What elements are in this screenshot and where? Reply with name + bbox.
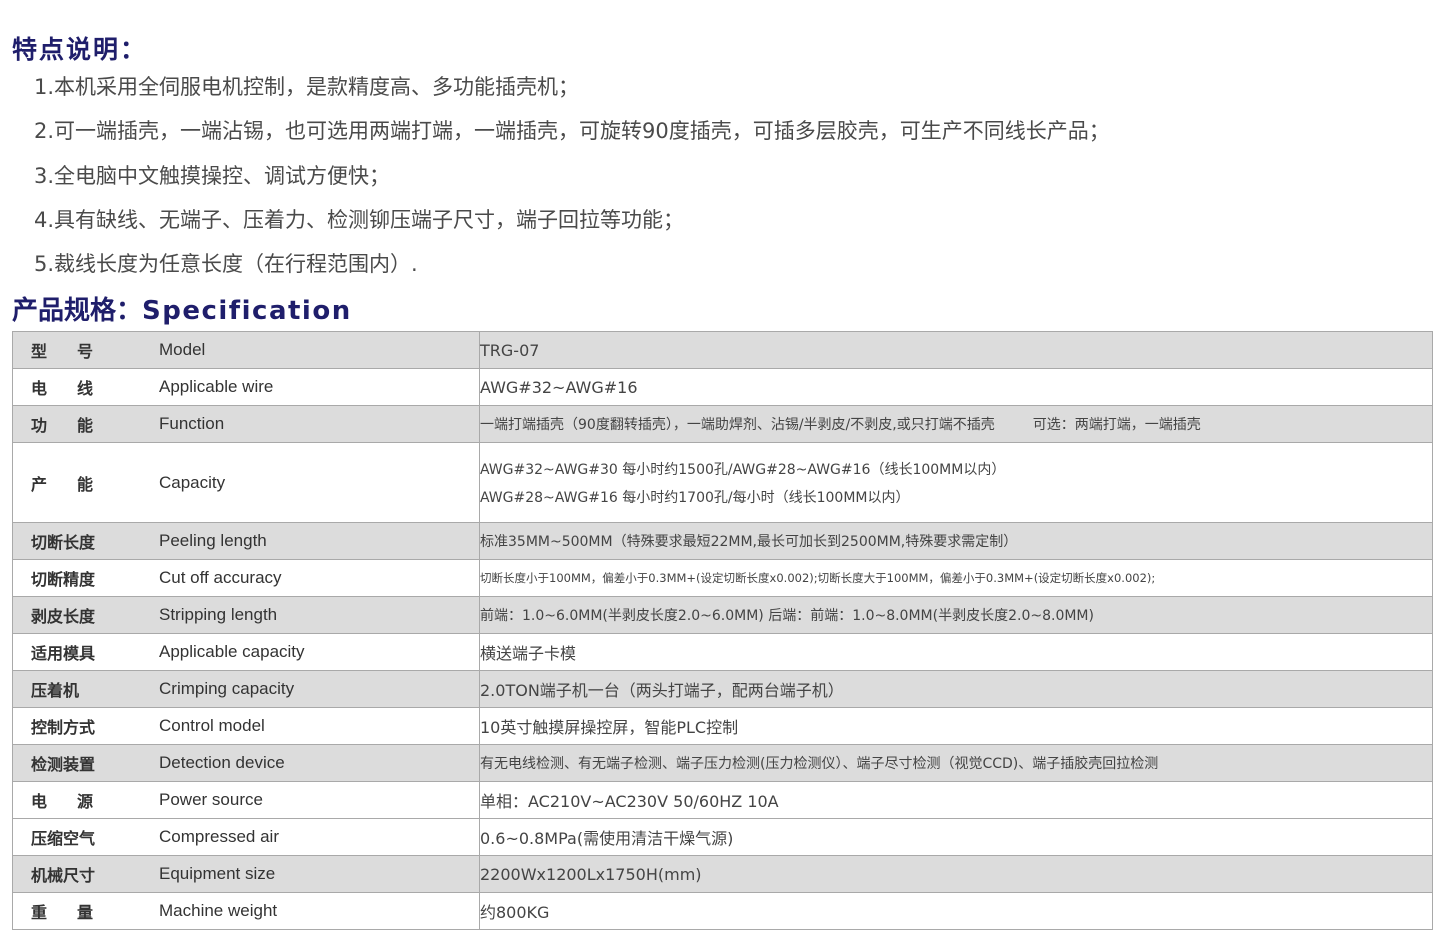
spec-label-cn: 检测装置 bbox=[31, 755, 96, 774]
spec-label-cn: 产能 bbox=[31, 474, 124, 494]
spec-label-cell: 电源 Power source bbox=[12, 781, 480, 819]
spec-value: 横送端子卡模 bbox=[479, 633, 1433, 671]
spec-value: 10英寸触摸屏操控屏，智能PLC控制 bbox=[479, 707, 1433, 745]
spec-label-cell: 检测装置 Detection device bbox=[12, 744, 480, 782]
spec-value: 2.0TON端子机一台（两头打端子，配两台端子机） bbox=[479, 670, 1433, 708]
spec-label-en: Function bbox=[159, 414, 225, 433]
spec-label-cn: 切断长度 bbox=[31, 533, 96, 552]
spec-label-en: Applicable wire bbox=[159, 377, 274, 396]
table-row: 功能 Function 一端打端插壳（90度翻转插壳），一端助焊剂、沾锡/半剥皮/… bbox=[12, 405, 1433, 443]
spec-label-en: Equipment size bbox=[159, 864, 276, 883]
table-row: 压缩空气 Compressed air 0.6~0.8MPa(需使用清洁干燥气源) bbox=[12, 818, 1433, 856]
spec-value: 前端：1.0~6.0MM(半剥皮长度2.0~6.0MM) 后端：前端：1.0~8… bbox=[479, 596, 1433, 634]
spec-label-cn: 机械尺寸 bbox=[31, 866, 96, 885]
spec-title-cn: 产品规格： bbox=[12, 296, 143, 326]
spec-label-en: Control model bbox=[159, 716, 265, 735]
table-row: 重量 Machine weight 约800KG bbox=[12, 892, 1433, 930]
spec-label-en: Applicable capacity bbox=[159, 642, 305, 661]
spec-value: 一端打端插壳（90度翻转插壳），一端助焊剂、沾锡/半剥皮/不剥皮,或只打端不插壳… bbox=[479, 405, 1433, 443]
spec-label-cell: 适用模具 Applicable capacity bbox=[12, 633, 480, 671]
table-row: 电源 Power source 单相：AC210V~AC230V 50/60HZ … bbox=[12, 781, 1433, 819]
spec-label-en: Cut off accuracy bbox=[159, 568, 282, 587]
features-list: 1.本机采用全伺服电机控制，是款精度高、多功能插壳机； 2.可一端插壳，一端沾锡… bbox=[34, 70, 1110, 291]
spec-label-cell: 产能 Capacity bbox=[12, 442, 480, 523]
table-row: 电线 Applicable wire AWG#32~AWG#16 bbox=[12, 368, 1433, 406]
spec-label-cn: 适用模具 bbox=[31, 644, 96, 663]
spec-table: 型号 Model TRG-07 电线 Applicable wire AWG#32~… bbox=[12, 331, 1433, 930]
spec-label-cn: 功能 bbox=[31, 416, 124, 435]
spec-value: 2200Wx1200Lx1750H(mm) bbox=[479, 855, 1433, 893]
spec-label-cn: 压着机 bbox=[31, 681, 80, 700]
spec-label-en: Model bbox=[159, 340, 206, 359]
feature-item: 5.裁线长度为任意长度（在行程范围内）. bbox=[34, 252, 418, 277]
spec-label-en: Detection device bbox=[159, 753, 285, 772]
table-row: 机械尺寸 Equipment size 2200Wx1200Lx1750H(mm) bbox=[12, 855, 1433, 893]
spec-label-en: Machine weight bbox=[159, 901, 278, 920]
table-row: 适用模具 Applicable capacity 横送端子卡模 bbox=[12, 633, 1433, 671]
capacity-line-2: AWG#28~AWG#16 每小时约1700孔/每小时（线长100MM以内） bbox=[480, 489, 910, 506]
spec-value: 0.6~0.8MPa(需使用清洁干燥气源) bbox=[479, 818, 1433, 856]
spec-label-cell: 机械尺寸 Equipment size bbox=[12, 855, 480, 893]
spec-label-cn: 电线 bbox=[31, 379, 124, 398]
table-row: 切断精度 Cut off accuracy 切断长度小于100MM，偏差小于0.3… bbox=[12, 559, 1433, 597]
table-row: 检测装置 Detection device 有无电线检测、有无端子检测、端子压力检… bbox=[12, 744, 1433, 782]
spec-label-cn: 电源 bbox=[31, 792, 124, 811]
spec-value: 单相：AC210V~AC230V 50/60HZ 10A bbox=[479, 781, 1433, 819]
capacity-line-1: AWG#32~AWG#30 每小时约1500孔/AWG#28~AWG#16（线长… bbox=[480, 461, 1006, 478]
spec-label-cell: 切断长度 Peeling length bbox=[12, 522, 480, 560]
feature-item: 2.可一端插壳，一端沾锡，也可选用两端打端，一端插壳，可旋转90度插壳，可插多层… bbox=[34, 119, 1110, 144]
function-value: 一端打端插壳（90度翻转插壳），一端助焊剂、沾锡/半剥皮/不剥皮,或只打端不插壳 bbox=[480, 417, 995, 433]
spec-label-cell: 重量 Machine weight bbox=[12, 892, 480, 930]
spec-label-en: Stripping length bbox=[159, 605, 278, 624]
spec-label-cn: 切断精度 bbox=[31, 570, 96, 589]
spec-label-en: Peeling length bbox=[159, 531, 267, 550]
spec-label-cn: 压缩空气 bbox=[31, 829, 96, 848]
spec-label-cell: 压缩空气 Compressed air bbox=[12, 818, 480, 856]
spec-label-cell: 切断精度 Cut off accuracy bbox=[12, 559, 480, 597]
spec-label-en: Power source bbox=[159, 790, 263, 809]
spec-label-cell: 压着机 Crimping capacity bbox=[12, 670, 480, 708]
table-row: 切断长度 Peeling length 标准35MM~500MM（特殊要求最短22… bbox=[12, 522, 1433, 560]
spec-title: 产品规格：Specification bbox=[12, 290, 352, 327]
spec-label-cn: 剥皮长度 bbox=[31, 607, 96, 626]
spec-title-en: Specification bbox=[142, 296, 352, 326]
spec-label-en: Capacity bbox=[159, 472, 226, 492]
spec-label-cell: 剥皮长度 Stripping length bbox=[12, 596, 480, 634]
spec-label-en: Crimping capacity bbox=[159, 679, 295, 698]
spec-value: 标准35MM~500MM（特殊要求最短22MM,最长可加长到2500MM,特殊要… bbox=[479, 522, 1433, 560]
feature-item: 1.本机采用全伺服电机控制，是款精度高、多功能插壳机； bbox=[34, 75, 580, 99]
function-optional: 可选：两端打端，一端插壳 bbox=[1032, 417, 1201, 433]
feature-item: 4.具有缺线、无端子、压着力、检测铆压端子尺寸，端子回拉等功能； bbox=[34, 207, 685, 232]
features-title: 特点说明： bbox=[12, 35, 148, 64]
table-row: 控制方式 Control model 10英寸触摸屏操控屏，智能PLC控制 bbox=[12, 707, 1433, 745]
spec-value: 切断长度小于100MM，偏差小于0.3MM+(设定切断长度x0.002);切断长… bbox=[479, 559, 1433, 597]
spec-label-cn: 重量 bbox=[31, 903, 124, 922]
spec-label-cn: 控制方式 bbox=[31, 718, 96, 737]
feature-item: 3.全电脑中文触摸操控、调试方便快； bbox=[34, 163, 391, 188]
spec-label-cell: 功能 Function bbox=[12, 405, 480, 443]
spec-label-cell: 电线 Applicable wire bbox=[12, 368, 480, 406]
spec-value: 约800KG bbox=[479, 892, 1433, 930]
spec-value: AWG#32~AWG#30 每小时约1500孔/AWG#28~AWG#16（线长… bbox=[479, 442, 1433, 523]
table-row: 型号 Model TRG-07 bbox=[12, 331, 1433, 369]
table-row: 剥皮长度 Stripping length 前端：1.0~6.0MM(半剥皮长度2… bbox=[12, 596, 1433, 634]
spec-value: 有无电线检测、有无端子检测、端子压力检测(压力检测仪）、端子尽寸检测（视觉CCD… bbox=[479, 744, 1433, 782]
spec-value: AWG#32~AWG#16 bbox=[479, 368, 1433, 406]
spec-label-cn: 型号 bbox=[31, 342, 124, 361]
table-row: 压着机 Crimping capacity 2.0TON端子机一台（两头打端子，配… bbox=[12, 670, 1433, 708]
spec-label-cell: 型号 Model bbox=[12, 331, 480, 369]
table-row: 产能 Capacity AWG#32~AWG#30 每小时约1500孔/AWG#2… bbox=[12, 442, 1433, 523]
spec-label-cell: 控制方式 Control model bbox=[12, 707, 480, 745]
spec-value: TRG-07 bbox=[479, 331, 1433, 369]
spec-label-en: Compressed air bbox=[159, 827, 279, 846]
